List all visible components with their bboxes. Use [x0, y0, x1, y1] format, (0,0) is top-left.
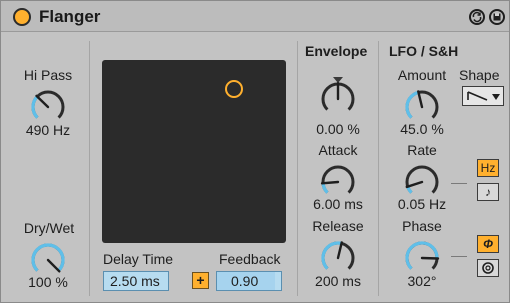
drywet-value[interactable]: 100 %	[19, 274, 77, 290]
delay-time-value: 2.50 ms	[110, 273, 160, 289]
power-toggle-icon[interactable]	[13, 8, 31, 26]
feedback-value: 0.90	[231, 273, 259, 289]
knob-value-arc	[31, 95, 39, 119]
knob-value-arc	[405, 241, 439, 270]
divider	[89, 41, 90, 296]
envelope-header: Envelope	[305, 43, 368, 59]
envelope-amount-knob[interactable]	[315, 75, 361, 121]
xy-handle[interactable]	[225, 80, 244, 99]
release-label: Release	[312, 218, 364, 234]
divider	[297, 41, 298, 296]
phase-knob[interactable]	[399, 234, 445, 276]
saw-down-shape-icon	[467, 91, 500, 101]
envelope-amount-value[interactable]: 0.00 %	[305, 121, 371, 137]
device-title-bar: Flanger	[1, 1, 509, 32]
rate-hz-button[interactable]: Hz	[477, 159, 499, 177]
attack-knob[interactable]	[315, 158, 361, 200]
hipass-knob[interactable]	[25, 83, 71, 125]
attack-label: Attack	[318, 142, 358, 158]
center-marker-icon	[333, 77, 343, 83]
lfo-amount-knob[interactable]	[399, 83, 445, 125]
lfo-amount-value[interactable]: 45.0 %	[391, 121, 453, 137]
knob-value-arc	[31, 243, 65, 272]
knob-needle	[405, 180, 424, 189]
rate-knob[interactable]	[399, 158, 445, 200]
drywet-knob[interactable]	[25, 236, 71, 278]
spin-mode-button[interactable]	[477, 259, 499, 277]
attack-value[interactable]: 6.00 ms	[305, 196, 371, 212]
save-preset-icon[interactable]	[489, 9, 505, 25]
knob-needle	[336, 241, 343, 260]
chevron-down-icon	[492, 94, 500, 100]
knob-needle	[35, 94, 50, 109]
delay-time-field[interactable]: 2.50 ms	[103, 271, 169, 291]
feedback-label: Feedback	[219, 251, 281, 267]
knob-needle	[46, 258, 61, 273]
phase-label: Phase	[402, 218, 442, 234]
rate-label: Rate	[407, 142, 437, 158]
knob-value-arc	[321, 182, 329, 194]
knob-needle	[320, 180, 340, 185]
feedback-field[interactable]: 0.90	[216, 271, 282, 291]
rate-value[interactable]: 0.05 Hz	[391, 196, 453, 212]
knob-value-arc	[405, 90, 420, 119]
shape-label: Shape	[459, 67, 500, 83]
spin-mode-icon	[482, 262, 494, 274]
device-title: Flanger	[39, 7, 101, 26]
lfo-header: LFO / S&H	[389, 43, 459, 59]
hot-swap-icon[interactable]	[469, 9, 485, 25]
delay-time-label: Delay Time	[103, 251, 174, 267]
phase-mode-button[interactable]: Φ	[477, 235, 499, 253]
drywet-label: Dry/Wet	[23, 220, 75, 236]
knob-needle	[417, 90, 424, 109]
phase-value[interactable]: 302°	[391, 273, 453, 289]
hipass-label: Hi Pass	[23, 67, 73, 83]
divider	[451, 256, 467, 257]
release-knob[interactable]	[315, 234, 361, 276]
hipass-value[interactable]: 490 Hz	[19, 122, 77, 138]
xy-pad[interactable]	[102, 60, 286, 243]
knob-needle	[420, 256, 440, 260]
flanger-device: Flanger Hi Pass 490 Hz Dry/Wet 100 % Del…	[0, 0, 510, 303]
amount-label: Amount	[397, 67, 447, 83]
knob-track	[405, 165, 439, 194]
divider	[378, 41, 379, 296]
knob-track	[321, 165, 355, 194]
shape-dropdown[interactable]	[462, 86, 504, 106]
divider	[451, 183, 467, 184]
link-button[interactable]: +	[192, 272, 209, 289]
rate-sync-note-button[interactable]: ♪	[477, 183, 499, 201]
release-value[interactable]: 200 ms	[305, 273, 371, 289]
